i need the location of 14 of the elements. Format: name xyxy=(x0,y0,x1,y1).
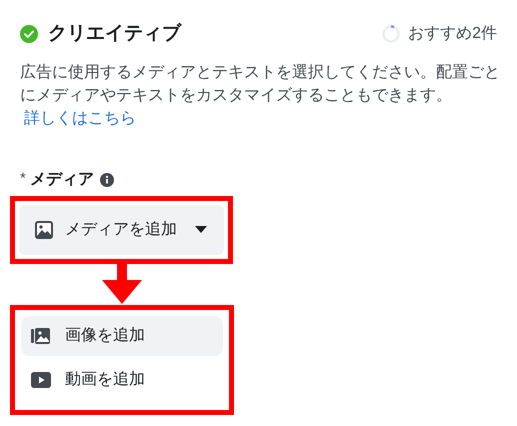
recommendations-count: おすすめ2件 xyxy=(408,24,497,44)
menu-item[interactable]: 画像を追加 xyxy=(21,316,223,356)
image-icon xyxy=(35,220,53,238)
learn-more-link[interactable]: 詳しくはこちら xyxy=(24,110,136,126)
play-icon xyxy=(31,372,51,388)
section-title: クリエイティブ xyxy=(48,22,181,46)
info-icon xyxy=(100,172,114,186)
images-icon xyxy=(31,326,51,346)
description-text: 広告に使用するメディアとテキストを選択してください。配置ごとにメディアやテキストをカスタマイズすることもできます。 詳しくはこちら xyxy=(20,62,501,128)
spinner-icon xyxy=(382,25,400,44)
caret-icon xyxy=(195,226,207,234)
required-mark: * xyxy=(20,169,26,190)
field-label: メディア xyxy=(30,170,94,190)
add-media-button[interactable]: メディアを追加 xyxy=(19,204,224,254)
